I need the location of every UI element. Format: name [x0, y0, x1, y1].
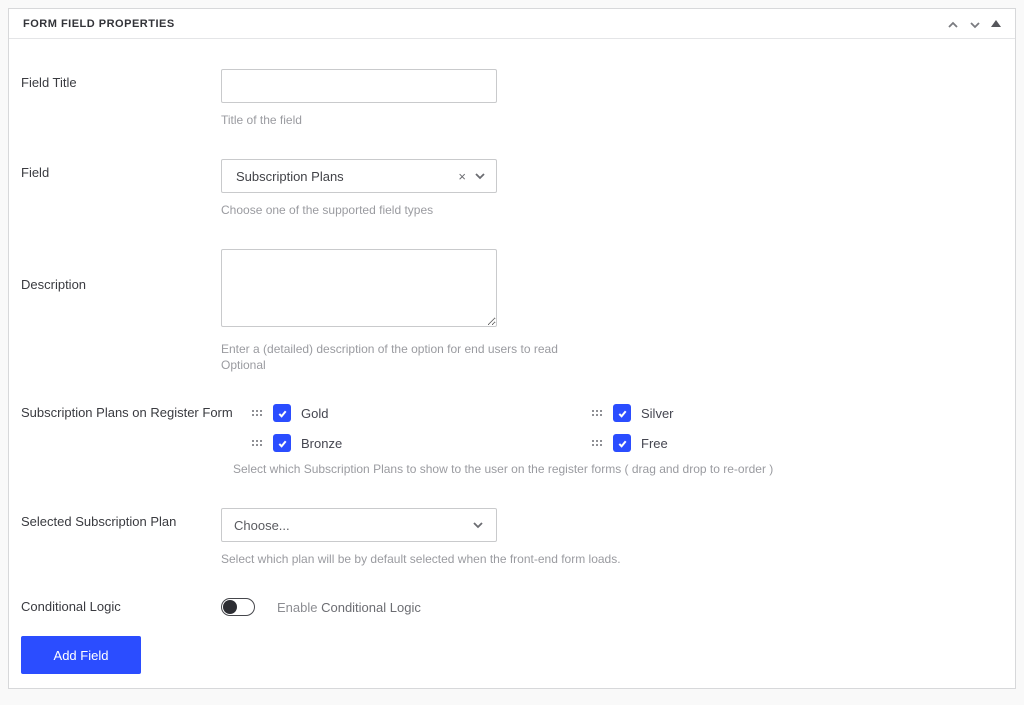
plan-label: Free: [641, 436, 668, 451]
description-row: Description Enter a (detailed) descripti…: [21, 249, 1003, 372]
field-title-row: Field Title Title of the field: [21, 69, 1003, 127]
drag-handle-icon[interactable]: [591, 407, 603, 419]
field-type-select[interactable]: Subscription Plans ×: [221, 159, 497, 193]
plan-checkbox-free[interactable]: [613, 434, 631, 452]
chevron-down-icon: [474, 170, 486, 182]
plan-item-free: Free: [591, 434, 931, 452]
toggle-label-em: Conditional Logic: [321, 600, 421, 615]
clear-icon[interactable]: ×: [458, 170, 466, 183]
conditional-logic-toggle-label: Enable Conditional Logic: [277, 600, 421, 615]
plan-checkbox-silver[interactable]: [613, 404, 631, 422]
selected-plan-label: Selected Subscription Plan: [21, 508, 221, 566]
field-title-input[interactable]: [221, 69, 497, 103]
description-helper-2: Optional: [221, 358, 1003, 372]
plan-checkbox-bronze[interactable]: [273, 434, 291, 452]
panel-header: FORM FIELD PROPERTIES: [9, 9, 1015, 39]
panel-title: FORM FIELD PROPERTIES: [23, 18, 175, 30]
selected-plan-dropdown[interactable]: Choose...: [221, 508, 497, 542]
plans-grid: Gold Silver Bronze F: [251, 404, 1003, 452]
plans-helper: Select which Subscription Plans to show …: [233, 462, 1003, 476]
drag-handle-icon[interactable]: [251, 407, 263, 419]
conditional-logic-row: Conditional Logic Enable Conditional Log…: [21, 598, 1003, 616]
plan-item-silver: Silver: [591, 404, 931, 422]
field-type-selected-value: Subscription Plans: [236, 169, 344, 184]
form-field-properties-panel: FORM FIELD PROPERTIES Field Title Title …: [8, 8, 1016, 689]
field-type-label: Field: [21, 159, 221, 217]
field-type-row: Field Subscription Plans × Choose one of…: [21, 159, 1003, 217]
plan-item-bronze: Bronze: [251, 434, 591, 452]
panel-header-controls: [947, 18, 1001, 30]
add-field-button[interactable]: Add Field: [21, 636, 141, 674]
conditional-logic-toggle[interactable]: [221, 598, 255, 616]
description-label: Description: [21, 249, 221, 372]
move-up-icon[interactable]: [947, 18, 959, 30]
move-down-icon[interactable]: [969, 18, 981, 30]
plan-label: Bronze: [301, 436, 342, 451]
plans-row: Subscription Plans on Register Form Gold…: [21, 404, 1003, 476]
collapse-icon[interactable]: [991, 20, 1001, 27]
drag-handle-icon[interactable]: [591, 437, 603, 449]
field-title-label: Field Title: [21, 69, 221, 127]
conditional-logic-label: Conditional Logic: [21, 598, 221, 616]
field-title-helper: Title of the field: [221, 113, 1003, 127]
panel-body: Field Title Title of the field Field Sub…: [9, 39, 1015, 688]
toggle-knob: [223, 600, 237, 614]
selected-plan-placeholder: Choose...: [234, 518, 290, 533]
chevron-down-icon: [472, 519, 484, 531]
toggle-label-prefix: Enable: [277, 600, 321, 615]
plan-label: Silver: [641, 406, 674, 421]
description-textarea[interactable]: [221, 249, 497, 327]
selected-plan-helper: Select which plan will be by default sel…: [221, 552, 1003, 566]
selected-plan-row: Selected Subscription Plan Choose... Sel…: [21, 508, 1003, 566]
plan-checkbox-gold[interactable]: [273, 404, 291, 422]
plan-item-gold: Gold: [251, 404, 591, 422]
plan-label: Gold: [301, 406, 328, 421]
description-helper-1: Enter a (detailed) description of the op…: [221, 342, 1003, 356]
drag-handle-icon[interactable]: [251, 437, 263, 449]
plans-label: Subscription Plans on Register Form: [21, 404, 251, 476]
field-type-helper: Choose one of the supported field types: [221, 203, 1003, 217]
